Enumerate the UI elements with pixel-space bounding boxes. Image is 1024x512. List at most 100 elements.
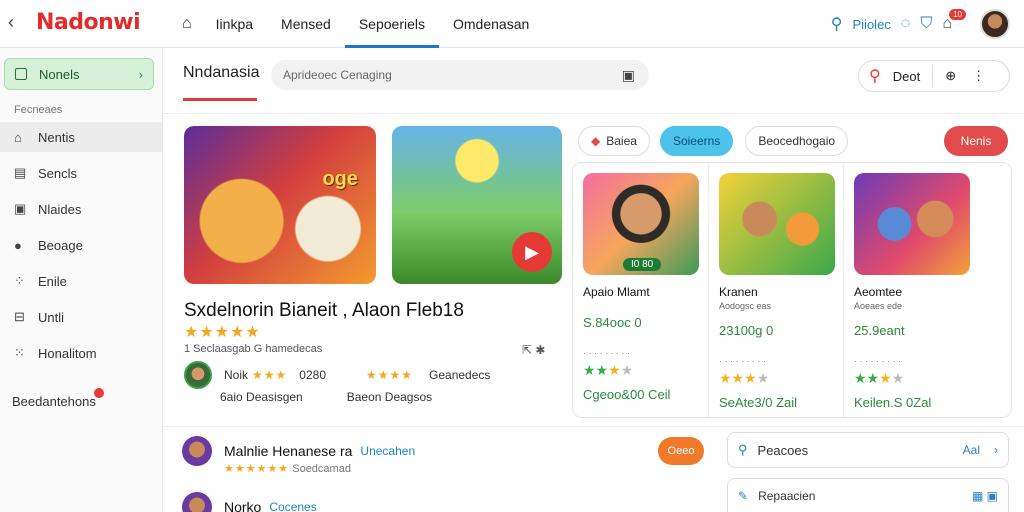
pill-soieerns[interactable]: Soieerns xyxy=(659,126,734,156)
sidebar-item-label: Nentis xyxy=(38,129,75,145)
orange-button[interactable]: Oeeo xyxy=(658,437,704,465)
search-icon: ⚲ xyxy=(738,442,748,457)
filter-box[interactable]: ⚲ Deot ⊕ ⋮ xyxy=(858,60,1010,92)
app-cta[interactable]: SeAte3/0 Zail xyxy=(719,395,833,410)
user-icon[interactable]: ⚲ xyxy=(831,14,843,34)
apps-icon: ⁙ xyxy=(14,345,25,360)
right-search-box[interactable]: ⚲ Peacoes Aal › xyxy=(727,432,1009,468)
filter-pills: ◆ Baiea Soieerns Beocedhogaio xyxy=(578,126,849,156)
notification-badge: 10 xyxy=(949,9,966,20)
sidebar-footer-label: Beedantehons xyxy=(12,394,96,409)
sidebar-item-label: Enile xyxy=(38,273,67,289)
list-sub: ★★★★★★ Soedcamad xyxy=(224,463,351,475)
list-link[interactable]: Unecahen xyxy=(360,444,415,458)
zoom-icon[interactable]: ⊕ xyxy=(945,68,956,84)
app-mini: · · · · · · · · · xyxy=(719,356,766,366)
sidebar-footer-item[interactable]: Beedantehons xyxy=(12,388,104,409)
tab-sepoeriels[interactable]: Sepoeriels xyxy=(344,0,440,48)
right-box-end[interactable]: Aal › xyxy=(963,443,998,457)
tab-iinkpa[interactable]: Iinkpa xyxy=(202,0,267,48)
right-box-2-label: Repaacien xyxy=(758,488,816,503)
sidebar-item-nentis[interactable]: ⌂ Nentis xyxy=(0,122,162,152)
app-thumbnail[interactable] xyxy=(854,173,970,275)
top-bar: ‹ Nadonwi ⌂ Iinkpa Mensed Sepoeriels Omd… xyxy=(0,0,1024,48)
pill-beocedhogaio[interactable]: Beocedhogaio xyxy=(745,126,849,156)
person-icon: ● xyxy=(14,237,22,253)
list-avatar[interactable] xyxy=(182,436,212,466)
app-sub: Aodogsc eas xyxy=(719,301,772,311)
sidebar-top-item[interactable]: Nonels › xyxy=(4,58,154,90)
featured-image-2[interactable]: ▶ xyxy=(392,126,562,284)
app-card[interactable]: Kranen Aodogsc eas 23100g 0 · · · · · · … xyxy=(708,163,843,417)
shield-icon[interactable]: ⛉ xyxy=(920,15,932,33)
app-rating: ★★★★ xyxy=(583,362,634,378)
sidebar-item-nlaides[interactable]: ▣ Nlaides xyxy=(0,194,162,224)
home-icon: ⌂ xyxy=(14,129,22,145)
app-name: Kranen xyxy=(719,285,758,299)
sidebar: Nonels › Fecneaes ⌂ Nentis ▤ Sencls ▣ Nlaid… xyxy=(0,48,163,512)
help-link[interactable]: Piiolec xyxy=(853,17,891,32)
tab-mensed[interactable]: Mensed xyxy=(267,0,345,48)
red-action-button[interactable]: Nenis xyxy=(944,126,1008,156)
meta-c: Baeon xyxy=(346,390,382,404)
square-icon xyxy=(15,68,27,80)
sidebar-item-enile[interactable]: ⁘ Enile xyxy=(0,266,162,296)
review-value: 0280 xyxy=(299,368,326,382)
list-link[interactable]: Cocenes xyxy=(269,500,316,512)
filter-label: Deot xyxy=(892,68,921,84)
review-meta-row: 6aio Deasisgen Baeon Deagsos xyxy=(220,390,520,404)
app-price: S.84ooc 0 xyxy=(583,315,642,330)
more-icon[interactable]: ⋮ xyxy=(972,68,985,84)
sidebar-item-untli[interactable]: ⊟ Untli xyxy=(0,302,162,332)
app-sub: Aoeaes ede xyxy=(854,301,903,311)
app-cta[interactable]: Cgeoo&00 Ceil xyxy=(583,387,698,402)
search-placeholder: Aprideoec Cenaging xyxy=(283,68,392,82)
app-logo[interactable]: Nadonwi xyxy=(36,10,141,35)
camera-icon[interactable]: ▣ xyxy=(622,67,635,84)
sidebar-top-label: Nonels xyxy=(39,66,80,82)
list-item[interactable]: Norko Cocenes xyxy=(182,490,722,512)
section-divider xyxy=(163,426,1024,427)
footer-badge xyxy=(93,388,104,398)
app-thumbnail[interactable] xyxy=(719,173,835,275)
app-cta[interactable]: Keilen.S 0Zal xyxy=(854,395,968,410)
grid-icon[interactable]: ▦ ▣ xyxy=(972,489,998,503)
section-title: Nndanasia xyxy=(183,64,260,81)
top-right-actions: ⚲ Piiolec ◌ ⛉ ⌂ 10 xyxy=(831,8,1010,40)
search-input[interactable]: Aprideoec Cenaging ▣ xyxy=(271,60,649,90)
sidebar-item-beoage[interactable]: ● Beoage xyxy=(0,230,162,260)
list-name: Malnlie Henanese ra xyxy=(224,443,353,459)
review-row: Noik ★★★ 0280 ★★★★ Geanedecs xyxy=(184,361,564,389)
avatar[interactable] xyxy=(980,9,1010,39)
app-price: 23100g 0 xyxy=(719,323,774,338)
app-mini: · · · · · · · · · xyxy=(583,348,630,358)
app-card[interactable]: Aeomtee Aoeaes ede 25.9eant · · · · · · … xyxy=(843,163,978,417)
meta-b: Deasisgen xyxy=(246,390,303,404)
featured-title[interactable]: Sxdelnorin Bianeit , Alaon Fleb18 xyxy=(184,300,464,322)
search-icon[interactable]: ⚲ xyxy=(869,66,881,86)
reviewer-name: Noik xyxy=(224,368,249,382)
app-card[interactable]: I0 80 Apaio Mlamt S.84ooc 0 · · · · · · … xyxy=(573,163,708,417)
reviewer-avatar[interactable] xyxy=(184,361,212,389)
home-icon[interactable]: ⌂ xyxy=(182,15,192,33)
app-cards: I0 80 Apaio Mlamt S.84ooc 0 · · · · · · … xyxy=(572,162,1012,418)
pill-baiea[interactable]: ◆ Baiea xyxy=(578,126,650,156)
list-name: Norko xyxy=(224,499,262,512)
sidebar-section-label: Fecneaes xyxy=(14,104,63,116)
list-item[interactable]: Malnlie Henanese ra Unecahen ★★★★★★ Soed… xyxy=(182,434,722,475)
right-box-2[interactable]: ✎ Repaacien ▦ ▣ xyxy=(727,478,1009,512)
back-arrow-icon[interactable]: ‹ xyxy=(8,12,14,33)
sidebar-item-label: Honalitom xyxy=(38,345,97,361)
sidebar-item-honalitom[interactable]: ⁙ Honalitom xyxy=(0,338,162,368)
tab-omdenasan[interactable]: Omdenasan xyxy=(439,0,543,48)
app-thumbnail[interactable]: I0 80 xyxy=(583,173,699,275)
play-icon[interactable]: ▶ xyxy=(512,232,552,272)
notifications-icon[interactable]: ⌂ 10 xyxy=(942,9,966,33)
grid-icon: ⁘ xyxy=(14,273,25,288)
list-avatar[interactable] xyxy=(182,492,212,512)
circle-icon[interactable]: ◌ xyxy=(901,15,911,33)
sidebar-item-sencls[interactable]: ▤ Sencls xyxy=(0,158,162,188)
featured-image-1[interactable]: oge xyxy=(184,126,376,284)
share-icon[interactable]: ⇱ ✱ xyxy=(522,343,545,357)
sidebar-item-label: Sencls xyxy=(38,165,78,181)
